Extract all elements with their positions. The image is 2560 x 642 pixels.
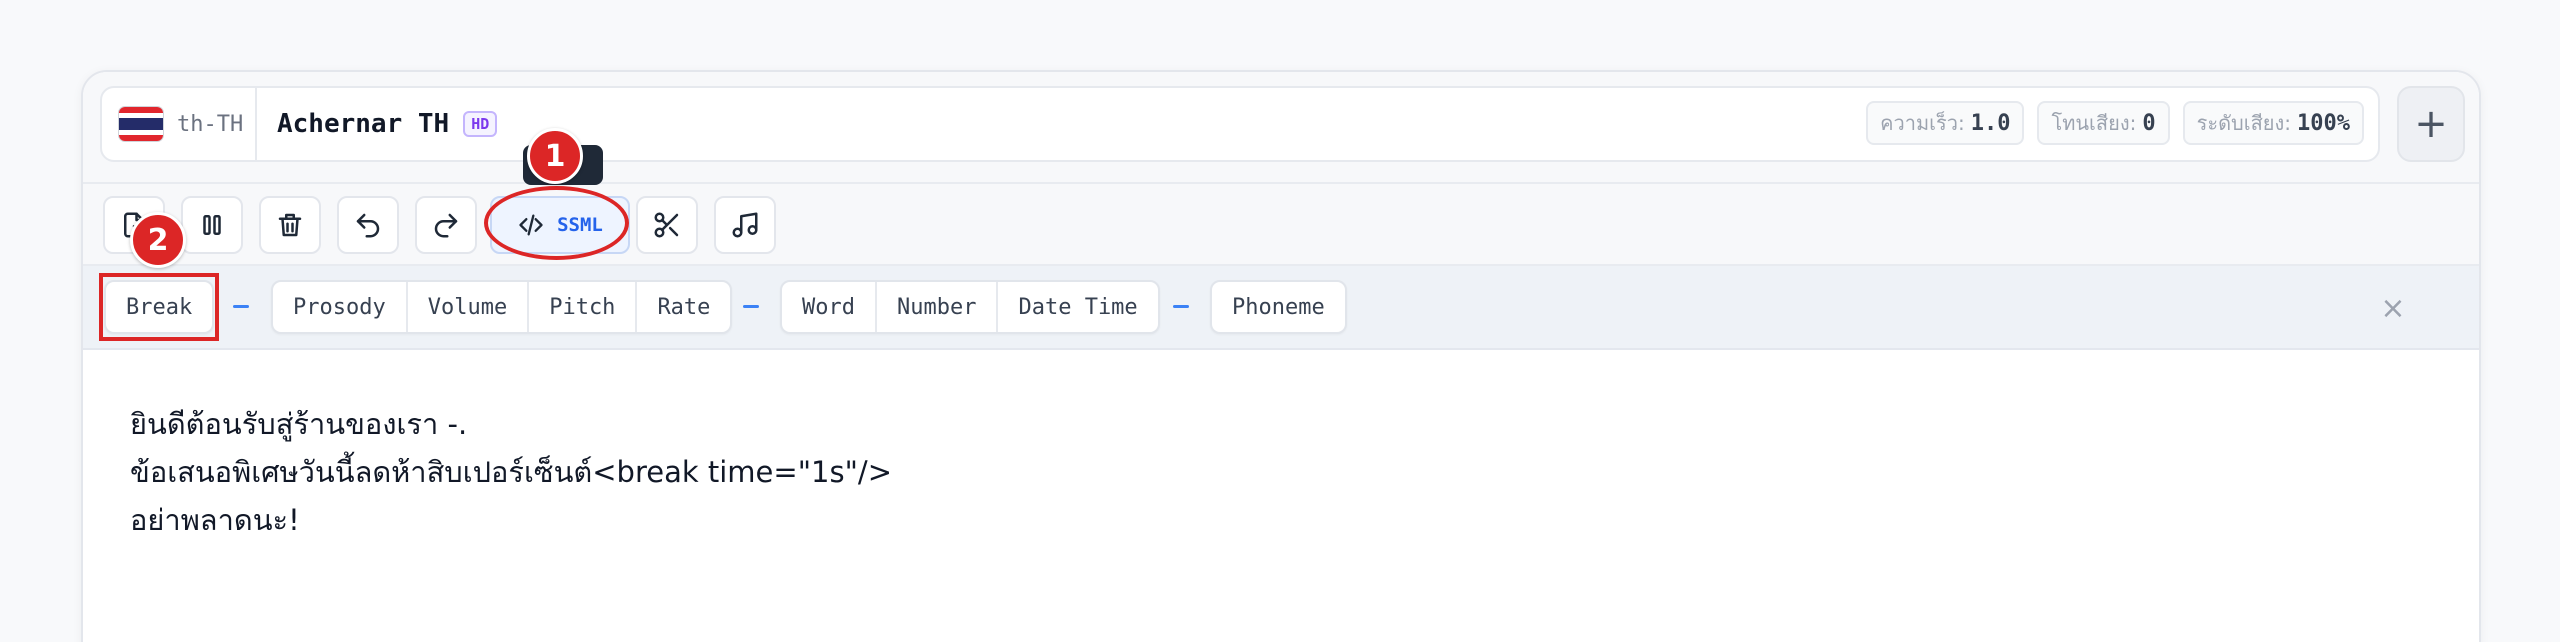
voice-selector[interactable]: th-TH Achernar TH HD ความเร็ว: 1.0 โทนเส… [100,86,2380,162]
language-selector[interactable]: th-TH [102,88,257,160]
tag-volume[interactable]: Volume [408,282,530,332]
volume-label: ระดับเสียง: [2196,111,2292,135]
pause-button[interactable] [181,196,243,254]
voice-header: th-TH Achernar TH HD ความเร็ว: 1.0 โทนเส… [83,72,2479,184]
music-button[interactable] [714,196,776,254]
speed-value: 1.0 [1970,110,2011,136]
scissors-icon [654,212,679,238]
step-badge-2: 2 [130,212,186,268]
tag-rate[interactable]: Rate [637,282,730,332]
text-editor[interactable]: ยินดีต้อนรับสู่ร้านของเรา -. ข้อเสนอพิเศ… [130,400,892,544]
pitch-label: โทนเสียง: [2051,111,2137,135]
undo-button[interactable] [337,196,399,254]
ssml-tag-bar: Break Prosody Volume Pitch Rate Word Num… [83,266,2479,350]
toolbar: SSML [83,184,2479,266]
thailand-flag-icon [119,107,163,141]
add-voice-button[interactable]: + [2397,86,2465,162]
step-badge-1: 1 [527,128,583,184]
hd-badge: HD [463,111,498,137]
highlight-break-box [99,273,219,341]
tag-group-say-as: Word Number Date Time [780,280,1160,334]
tag-number[interactable]: Number [877,282,999,332]
pitch-param[interactable]: โทนเสียง: 0 [2037,101,2170,145]
editor-line: ข้อเสนอพิเศษวันนี้ลดห้าสิบเปอร์เซ็นต์<br… [130,455,893,489]
tag-word[interactable]: Word [782,282,877,332]
speed-param[interactable]: ความเร็ว: 1.0 [1866,101,2025,145]
voice-name: Achernar TH HD [277,88,498,160]
redo-button[interactable] [415,196,477,254]
voice-params: ความเร็ว: 1.0 โทนเสียง: 0 ระดับเสียง: 10… [1866,101,2364,145]
undo-icon [356,213,380,238]
music-icon [732,212,758,238]
tag-separator [233,305,249,308]
voice-name-label: Achernar TH [277,109,450,139]
tag-date-time[interactable]: Date Time [998,282,1157,332]
tag-prosody[interactable]: Prosody [273,282,408,332]
speed-label: ความเร็ว: [1880,111,1965,135]
editor-line: อย่าพลาดนะ! [130,503,300,537]
redo-icon [434,213,458,238]
volume-param[interactable]: ระดับเสียง: 100% [2182,101,2364,145]
tag-group-phoneme: Phoneme [1210,280,1347,334]
cut-button[interactable] [636,196,698,254]
tag-group-prosody: Prosody Volume Pitch Rate [271,280,733,334]
close-tagbar-button[interactable]: × [2373,288,2413,328]
volume-value: 100% [2297,110,2350,136]
tag-phoneme[interactable]: Phoneme [1212,282,1345,332]
tag-pitch[interactable]: Pitch [529,282,638,332]
language-code: th-TH [177,111,244,137]
delete-button[interactable] [259,196,321,254]
tts-editor-card: th-TH Achernar TH HD ความเร็ว: 1.0 โทนเส… [81,70,2481,642]
tag-separator [743,305,759,308]
highlight-ssml-ring [484,186,629,260]
pause-icon [203,215,221,235]
trash-icon [278,213,302,237]
tag-separator [1173,305,1189,308]
editor-line: ยินดีต้อนรับสู่ร้านของเรา -. [130,407,468,441]
pitch-value: 0 [2142,110,2156,136]
